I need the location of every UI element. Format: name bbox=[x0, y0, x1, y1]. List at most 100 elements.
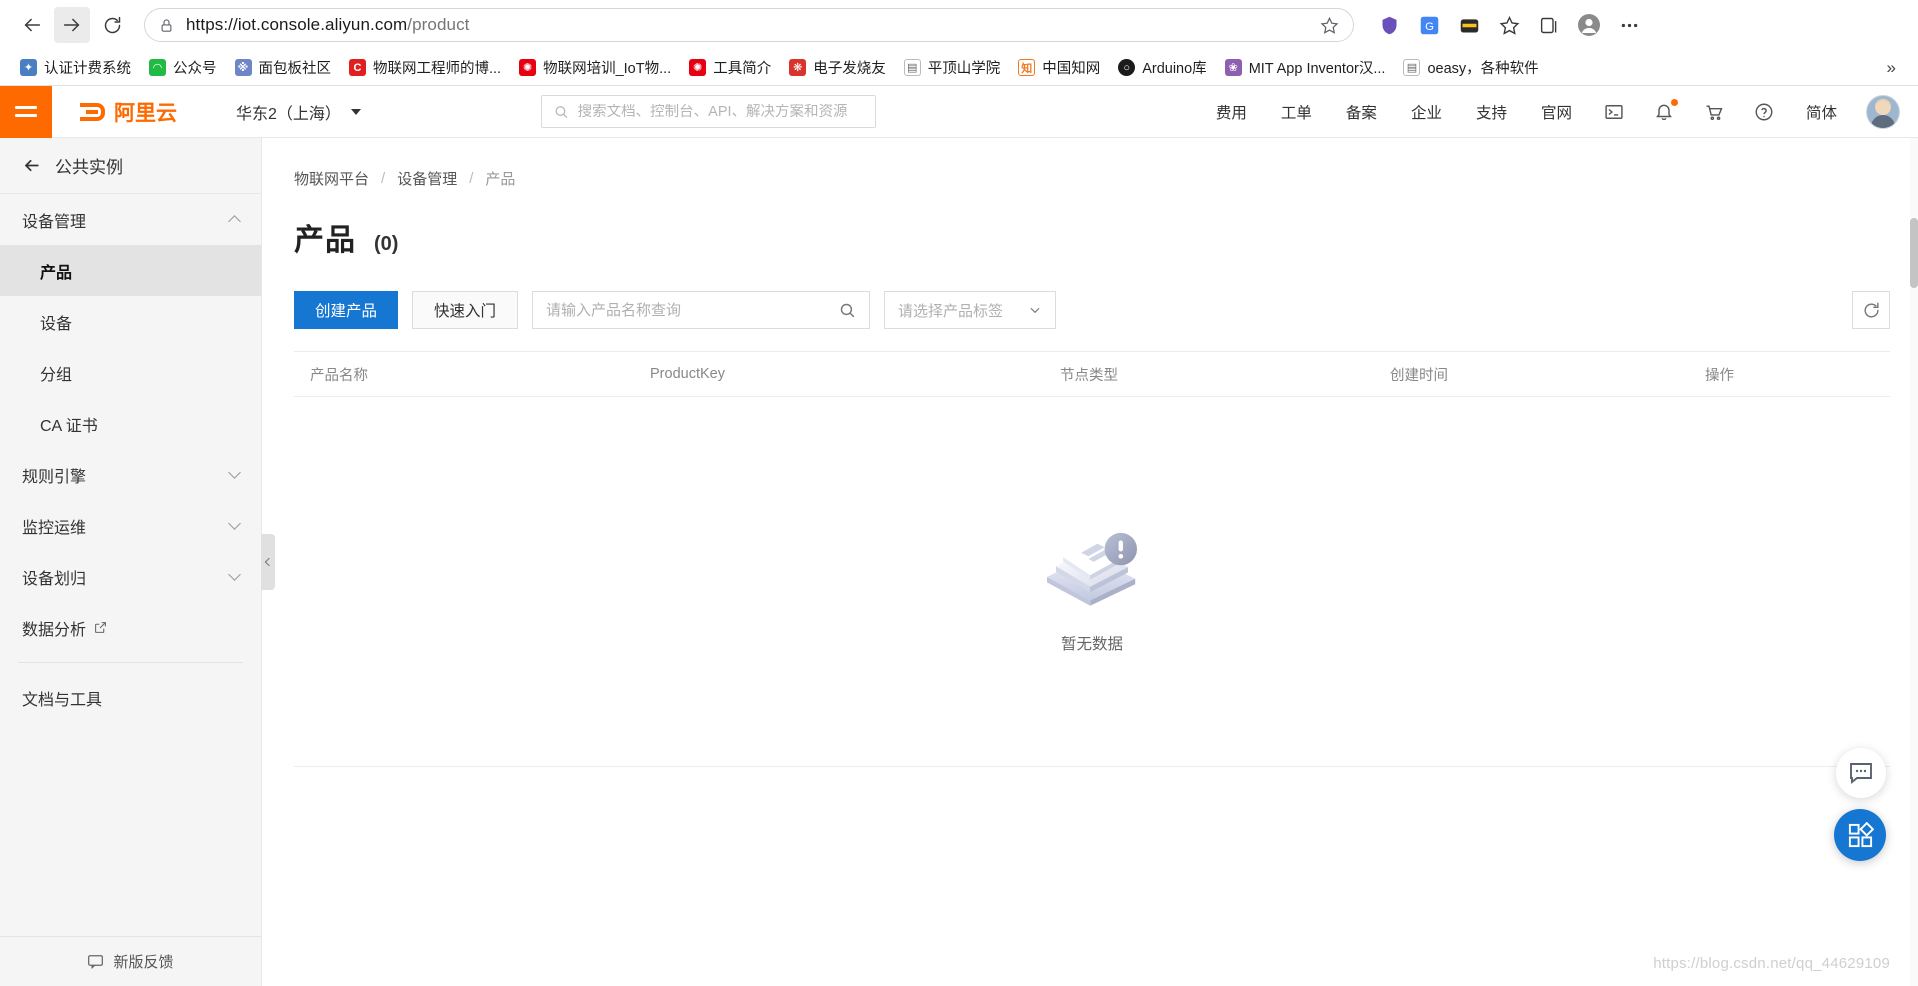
breadcrumb: 物联网平台 / 设备管理 / 产品 bbox=[294, 138, 1890, 189]
bookmark-item[interactable]: ▤ 平顶山学院 bbox=[896, 53, 1009, 82]
sidebar-group-device-assignment[interactable]: 设备划归 bbox=[0, 551, 261, 602]
bookmark-favicon: ✦ bbox=[20, 59, 37, 76]
wallet-icon[interactable] bbox=[1454, 10, 1484, 40]
bookmark-label: Arduino库 bbox=[1142, 61, 1207, 77]
region-selector[interactable]: 华东2（上海） bbox=[236, 100, 361, 124]
header-nav-enterprise[interactable]: 企业 bbox=[1394, 86, 1459, 138]
sidebar-collapse-handle[interactable] bbox=[261, 534, 275, 590]
url-text: https://iot.console.aliyun.com/product bbox=[186, 15, 1308, 35]
sidebar-item-devices[interactable]: 设备 bbox=[0, 296, 261, 347]
lock-icon bbox=[161, 18, 172, 32]
bookmarks-overflow-button[interactable]: » bbox=[1877, 58, 1906, 78]
reload-button[interactable] bbox=[94, 7, 130, 43]
empty-state-label: 暂无数据 bbox=[1060, 635, 1123, 653]
page-scrollbar-thumb[interactable] bbox=[1910, 218, 1918, 288]
product-search-box[interactable] bbox=[532, 291, 871, 329]
quick-start-button[interactable]: 快速入门 bbox=[412, 291, 519, 329]
sidebar-divider bbox=[18, 662, 243, 663]
aliyun-logo[interactable]: 阿里云 bbox=[78, 97, 210, 127]
bookmark-favicon: ○ bbox=[1118, 59, 1136, 76]
sidebar-item-products[interactable]: 产品 bbox=[0, 245, 261, 296]
sidebar-feedback-button[interactable]: 新版反馈 bbox=[0, 936, 261, 986]
product-search-input[interactable] bbox=[546, 301, 840, 319]
chat-support-button[interactable] bbox=[1836, 748, 1886, 798]
page-scrollbar[interactable] bbox=[1910, 138, 1918, 986]
header-nav-fee[interactable]: 费用 bbox=[1199, 86, 1264, 138]
bookmark-label: 公众号 bbox=[173, 61, 217, 77]
bookmark-item[interactable]: ◠ 公众号 bbox=[141, 53, 225, 82]
sidebar-item-ca-certificates[interactable]: CA 证书 bbox=[0, 398, 261, 449]
header-nav-support[interactable]: 支持 bbox=[1459, 86, 1524, 138]
bookmark-item[interactable]: ※ 面包板社区 bbox=[227, 53, 340, 82]
bookmark-label: 认证计费系统 bbox=[44, 61, 131, 77]
chevron-down-icon bbox=[228, 517, 241, 530]
more-icon[interactable] bbox=[1614, 10, 1644, 40]
browser-nav-bar: https://iot.console.aliyun.com/product G bbox=[0, 0, 1918, 50]
sidebar-back-public-instance[interactable]: 公共实例 bbox=[0, 138, 261, 194]
sidebar-group-label: 监控运维 bbox=[22, 519, 87, 537]
translate-icon[interactable]: G bbox=[1414, 10, 1444, 40]
bookmark-label: 工具简介 bbox=[713, 61, 772, 77]
cart-button[interactable] bbox=[1689, 86, 1739, 138]
empty-state: 暂无数据 bbox=[294, 397, 1890, 767]
profile-icon[interactable] bbox=[1574, 10, 1604, 40]
sidebar-group-monitoring[interactable]: 监控运维 bbox=[0, 500, 261, 551]
bookmark-item[interactable]: ✺ 工具简介 bbox=[681, 53, 779, 82]
sidebar-item-label: 文档与工具 bbox=[22, 691, 103, 709]
bookmarks-bar: ✦ 认证计费系统 ◠ 公众号 ※ 面包板社区 C 物联网工程师的博... ✺ 物联网培训_… bbox=[0, 50, 1918, 86]
bookmark-item[interactable]: C 物联网工程师的博... bbox=[341, 53, 509, 82]
back-button[interactable] bbox=[14, 7, 50, 43]
breadcrumb-item-device-management[interactable]: 设备管理 bbox=[397, 168, 457, 189]
breadcrumb-separator: / bbox=[381, 170, 386, 187]
star-icon[interactable] bbox=[1320, 16, 1339, 35]
language-selector[interactable]: 简体 bbox=[1789, 86, 1854, 138]
apps-launcher-button[interactable] bbox=[1834, 809, 1886, 861]
empty-box-icon bbox=[1047, 532, 1137, 606]
bookmark-label: 物联网工程师的博... bbox=[373, 61, 502, 77]
sidebar-item-label: 设备 bbox=[40, 315, 73, 333]
global-search-box[interactable] bbox=[540, 95, 876, 128]
avatar[interactable] bbox=[1866, 94, 1900, 129]
breadcrumb-item-iot-platform[interactable]: 物联网平台 bbox=[294, 168, 369, 189]
header-nav-ticket[interactable]: 工单 bbox=[1264, 86, 1329, 138]
url-host: iot.console.aliyun.com bbox=[237, 15, 408, 34]
sidebar-item-docs-tools[interactable]: 文档与工具 bbox=[0, 672, 261, 723]
create-product-button[interactable]: 创建产品 bbox=[294, 291, 399, 329]
table-column-create-time: 创建时间 bbox=[1390, 367, 1448, 384]
sidebar-item-data-analysis[interactable]: 数据分析 bbox=[0, 602, 261, 653]
terminal-button[interactable] bbox=[1589, 86, 1639, 138]
refresh-button[interactable] bbox=[1852, 291, 1890, 329]
address-bar[interactable]: https://iot.console.aliyun.com/product bbox=[144, 8, 1354, 42]
shield-icon[interactable] bbox=[1374, 10, 1404, 40]
help-button[interactable] bbox=[1739, 86, 1789, 138]
bookmark-label: oeasy，各种软件 bbox=[1427, 61, 1539, 77]
bookmark-item[interactable]: ▤ oeasy，各种软件 bbox=[1395, 53, 1546, 82]
svg-text:阿里云: 阿里云 bbox=[114, 102, 177, 125]
bookmark-favicon: ※ bbox=[234, 59, 252, 76]
header-nav-record[interactable]: 备案 bbox=[1329, 86, 1394, 138]
sidebar-item-groups[interactable]: 分组 bbox=[0, 347, 261, 398]
search-icon[interactable] bbox=[839, 302, 856, 319]
forward-button[interactable] bbox=[54, 7, 90, 43]
hamburger-menu-icon[interactable] bbox=[0, 85, 52, 138]
cart-icon bbox=[1706, 104, 1723, 120]
bookmark-label: 电子发烧友 bbox=[813, 61, 886, 77]
header-nav-website[interactable]: 官网 bbox=[1524, 86, 1589, 138]
sidebar-group-rules-engine[interactable]: 规则引擎 bbox=[0, 449, 261, 500]
notifications-button[interactable] bbox=[1639, 86, 1689, 138]
sidebar-group-device-management[interactable]: 设备管理 bbox=[0, 194, 261, 245]
bookmark-item[interactable]: 知中国知网 bbox=[1010, 53, 1108, 82]
product-tag-select[interactable]: 请选择产品标签 bbox=[884, 291, 1057, 329]
breadcrumb-separator: / bbox=[469, 170, 474, 187]
collections-icon[interactable] bbox=[1534, 10, 1564, 40]
bookmark-item[interactable]: ❋ 电子发烧友 bbox=[781, 53, 894, 82]
bookmark-item[interactable]: ✦ 认证计费系统 bbox=[12, 53, 139, 82]
table-column-product-name: 产品名称 bbox=[310, 367, 368, 384]
table-column-actions: 操作 bbox=[1705, 367, 1734, 384]
bookmark-item[interactable]: ❀ MIT App Inventor汉... bbox=[1217, 53, 1394, 82]
external-link-icon bbox=[95, 622, 106, 633]
global-search-input[interactable] bbox=[577, 103, 863, 120]
bookmark-item[interactable]: ✺ 物联网培训_IoT物... bbox=[511, 53, 679, 82]
favorites-icon[interactable] bbox=[1494, 10, 1524, 40]
bookmark-item[interactable]: ○ Arduino库 bbox=[1110, 53, 1214, 82]
